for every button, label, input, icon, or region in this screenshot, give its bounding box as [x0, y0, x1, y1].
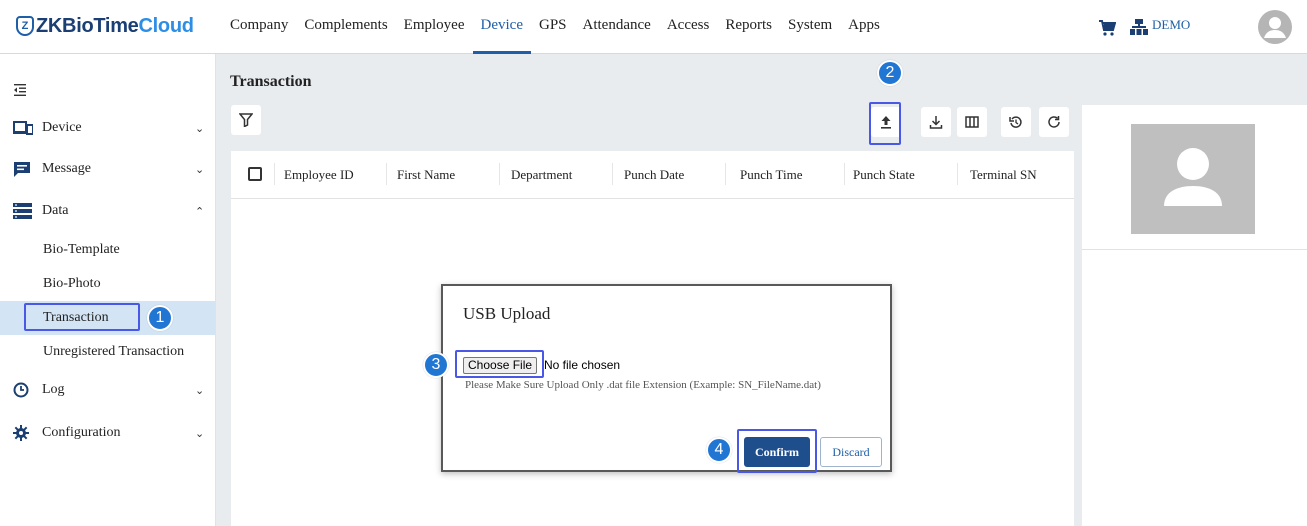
message-icon: [14, 162, 30, 177]
sidebar-item-message[interactable]: Message ⌄: [0, 151, 216, 187]
clock-icon: [13, 382, 29, 398]
chevron-down-icon: ⌄: [195, 426, 205, 440]
sidebar-label-device: Device: [42, 120, 82, 135]
columns-icon: [965, 116, 979, 128]
history-icon: [1009, 116, 1022, 128]
highlight-import: [869, 102, 901, 145]
nav-employee[interactable]: Employee: [396, 0, 473, 54]
column-divider: [274, 163, 275, 185]
chevron-up-icon: ⌃: [195, 204, 205, 218]
sidebar: Device ⌄ Message ⌄ Data ⌃ Bio-Template B…: [0, 54, 216, 526]
highlight-choose-file: [455, 350, 544, 378]
discard-button[interactable]: Discard: [820, 437, 882, 467]
highlight-confirm: [737, 429, 817, 473]
column-department[interactable]: Department: [511, 167, 572, 183]
nav-device[interactable]: Device: [472, 0, 531, 54]
columns-button[interactable]: [957, 107, 987, 137]
refresh-icon: [1048, 116, 1060, 128]
upload-hint-text: Please Make Sure Upload Only .dat file E…: [465, 379, 821, 391]
sidebar-label-unregistered-transaction: Unregistered Transaction: [43, 344, 185, 359]
column-divider: [725, 163, 726, 185]
chevron-down-icon: ⌄: [195, 383, 205, 397]
refresh-button[interactable]: [1039, 107, 1069, 137]
sidebar-label-configuration: Configuration: [42, 425, 121, 440]
file-status-text: No file chosen: [544, 358, 621, 372]
top-navigation-bar: Z ZKBioTime Cloud Company Complements Em…: [0, 0, 1307, 54]
usb-upload-dialog: USB Upload Choose File No file chosen Pl…: [441, 284, 892, 472]
panel-divider: [1082, 249, 1307, 250]
column-employee-id[interactable]: Employee ID: [284, 167, 354, 183]
nav-gps[interactable]: GPS: [531, 0, 575, 54]
column-punch-date[interactable]: Punch Date: [624, 167, 684, 183]
logo-accent-text: Cloud: [138, 14, 194, 37]
page-title: Transaction: [230, 73, 312, 90]
logo-badge-icon: Z: [16, 16, 34, 36]
table-header: Employee ID First Name Department Punch …: [231, 151, 1074, 199]
nav-company[interactable]: Company: [222, 0, 296, 54]
collapse-menu-icon[interactable]: [14, 84, 26, 96]
nav-attendance[interactable]: Attendance: [575, 0, 659, 54]
sidebar-item-bio-photo[interactable]: Bio-Photo: [0, 267, 216, 301]
sidebar-label-bio-template: Bio-Template: [43, 242, 120, 257]
cart-icon[interactable]: [1098, 20, 1116, 36]
step-badge-3: 3: [423, 352, 449, 378]
sidebar-item-configuration[interactable]: Configuration ⌄: [0, 415, 216, 451]
sidebar-label-data: Data: [42, 203, 69, 218]
logo-main-text: ZKBioTime: [36, 14, 139, 37]
filter-icon: [239, 113, 253, 127]
nav-system[interactable]: System: [780, 0, 840, 54]
photo-placeholder: [1131, 124, 1255, 234]
device-icon: [13, 121, 33, 135]
column-first-name[interactable]: First Name: [397, 167, 455, 183]
history-button[interactable]: [1001, 107, 1031, 137]
nav-access[interactable]: Access: [659, 0, 717, 54]
main-nav: Company Complements Employee Device GPS …: [222, 0, 888, 54]
select-all-checkbox[interactable]: [248, 167, 262, 181]
download-icon: [929, 116, 943, 129]
step-badge-2: 2: [877, 60, 903, 86]
sidebar-item-log[interactable]: Log ⌄: [0, 372, 216, 408]
export-button[interactable]: [921, 107, 951, 137]
column-punch-time[interactable]: Punch Time: [740, 167, 803, 183]
zkbiotime-logo[interactable]: Z ZKBioTime Cloud: [16, 13, 194, 39]
chevron-down-icon: ⌄: [195, 121, 205, 135]
column-divider: [844, 163, 845, 185]
sidebar-item-bio-template[interactable]: Bio-Template: [0, 233, 216, 267]
filter-button[interactable]: [231, 105, 261, 135]
sidebar-label-message: Message: [42, 161, 91, 176]
step-badge-4: 4: [706, 437, 732, 463]
column-terminal-sn[interactable]: Terminal SN: [970, 167, 1037, 183]
sidebar-label-log: Log: [42, 382, 65, 397]
highlight-transaction: [24, 303, 140, 331]
dialog-title: USB Upload: [463, 304, 551, 323]
person-placeholder-icon: [1164, 148, 1222, 206]
photo-panel: [1082, 105, 1307, 526]
organization-icon[interactable]: [1130, 19, 1148, 35]
column-divider: [612, 163, 613, 185]
chevron-down-icon: ⌄: [195, 162, 205, 176]
column-punch-state[interactable]: Punch State: [853, 167, 915, 183]
step-badge-1: 1: [147, 305, 173, 331]
nav-complements[interactable]: Complements: [296, 0, 395, 54]
column-divider: [499, 163, 500, 185]
column-divider: [957, 163, 958, 185]
sidebar-item-unregistered-transaction[interactable]: Unregistered Transaction: [0, 335, 216, 369]
data-storage-icon: [13, 203, 32, 219]
column-divider: [386, 163, 387, 185]
gear-icon: [13, 425, 29, 441]
nav-reports[interactable]: Reports: [717, 0, 780, 54]
sidebar-item-data[interactable]: Data ⌃: [0, 193, 216, 229]
sidebar-label-bio-photo: Bio-Photo: [43, 276, 101, 291]
nav-apps[interactable]: Apps: [840, 0, 888, 54]
sidebar-item-device[interactable]: Device ⌄: [0, 110, 216, 146]
user-name-label[interactable]: DEMO: [1152, 17, 1190, 33]
user-avatar-icon[interactable]: [1258, 10, 1292, 44]
